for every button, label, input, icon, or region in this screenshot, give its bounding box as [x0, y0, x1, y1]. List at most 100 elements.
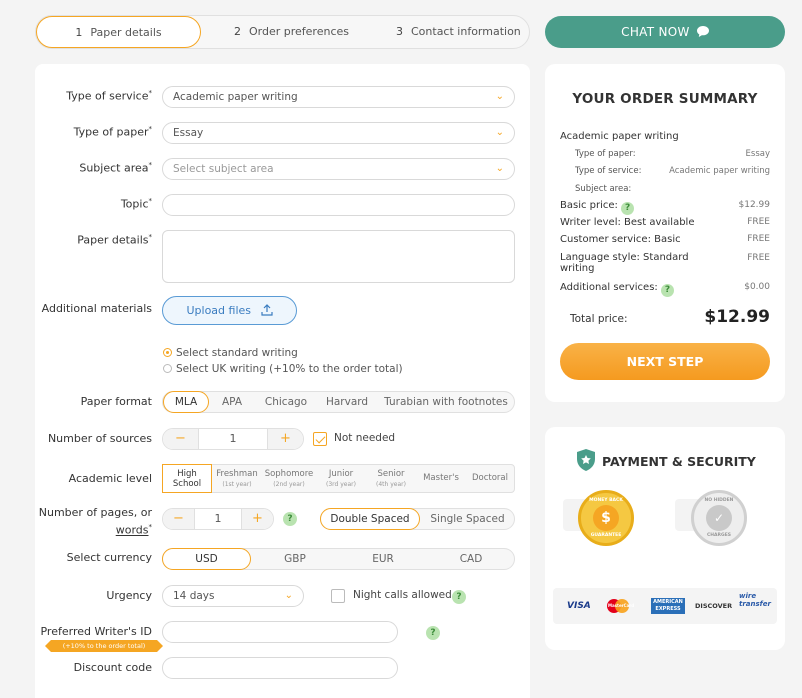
level-sub: (1st year) — [222, 481, 252, 488]
step-contact-information[interactable]: 3 Contact information — [396, 16, 521, 48]
radio-label: Select UK writing (+10% to the order tot… — [176, 363, 403, 375]
preferred-writer-badge: (+10% to the order total) — [45, 640, 163, 652]
summary-language-style: Language style: Standard writing — [560, 252, 689, 274]
level-sub: (3rd year) — [326, 481, 356, 488]
shield-icon — [577, 449, 595, 471]
double-spaced-option[interactable]: Double Spaced — [320, 508, 420, 530]
words-link[interactable]: words — [116, 524, 149, 537]
summary-service: Academic paper writing — [560, 131, 679, 142]
level-sophomore[interactable]: Sophomore (2nd year) — [262, 465, 316, 492]
sources-decrement-button[interactable]: − — [163, 429, 199, 449]
pages-decrement-button[interactable]: − — [163, 509, 195, 529]
paper-details-textarea[interactable] — [162, 230, 515, 283]
mastercard-logo: MasterCard — [605, 588, 635, 624]
amex-logo: AMERICAN EXPRESS — [651, 598, 685, 614]
upload-files-button[interactable]: Upload files — [162, 296, 297, 325]
seal-text-top: MONEY BACK — [589, 498, 623, 503]
payment-security-card: PAYMENT & SECURITY MONEY BACK $ GUARANTE… — [545, 427, 785, 650]
type-of-paper-select[interactable]: Essay ⌄ — [162, 122, 515, 144]
level-name: Sophomore — [264, 469, 314, 479]
step-order-preferences[interactable]: 2 Order preferences — [234, 16, 349, 48]
next-step-button[interactable]: NEXT STEP — [560, 343, 770, 380]
discount-code-input[interactable] — [162, 657, 398, 679]
pages-value[interactable]: 1 — [195, 509, 241, 529]
sources-stepper: − 1 + — [162, 428, 304, 450]
step-number: 1 — [75, 26, 83, 39]
help-icon[interactable]: ? — [660, 284, 674, 297]
chat-label: CHAT NOW — [621, 25, 690, 39]
sources-increment-button[interactable]: + — [267, 429, 303, 449]
additional-materials-label: Additional materials — [41, 302, 152, 315]
currency-usd[interactable]: USD — [162, 548, 251, 570]
format-mla[interactable]: MLA — [163, 391, 209, 413]
summary-customer-service: Customer service: Basic FREE — [560, 234, 770, 245]
seal-text-bottom: GUARANTEE — [590, 533, 622, 538]
level-sub: (4th year) — [376, 481, 406, 488]
paper-details-label: Paper details* — [77, 233, 152, 247]
summary-additional-services: Additional services: ? $0.00 — [560, 282, 770, 297]
total-price-value: $12.99 — [704, 307, 770, 327]
level-name: Junior — [328, 469, 354, 479]
order-steps: 1 Paper details 2 Order preferences 3 Conta… — [35, 15, 530, 49]
urgency-select[interactable]: 14 days ⌄ — [162, 585, 304, 607]
type-of-service-value: Academic paper writing — [173, 91, 298, 103]
step-paper-details[interactable]: 1 Paper details — [36, 16, 201, 48]
currency-gbp[interactable]: GBP — [251, 549, 339, 569]
radio-dot — [163, 348, 172, 357]
currency-cad[interactable]: CAD — [427, 549, 515, 569]
level-masters[interactable]: Master's — [417, 465, 465, 492]
discover-logo: DISCOVER — [695, 602, 733, 610]
chat-bubble-icon — [696, 26, 709, 37]
help-icon[interactable]: ? — [426, 626, 440, 640]
sources-value[interactable]: 1 — [199, 429, 267, 449]
currency-label: Select currency — [66, 551, 152, 564]
discount-code-label: Discount code — [73, 661, 152, 674]
uk-writing-radio[interactable]: Select UK writing (+10% to the order tot… — [163, 363, 403, 375]
format-chicago[interactable]: Chicago — [255, 392, 317, 412]
summary-type-of-paper: Type of paper: Essay — [575, 149, 770, 159]
chat-now-button[interactable]: CHAT NOW — [545, 16, 785, 48]
level-high-school[interactable]: High School — [162, 464, 212, 493]
format-harvard[interactable]: Harvard — [319, 392, 375, 412]
chevron-down-icon: ⌄ — [284, 590, 293, 601]
type-of-service-select[interactable]: Academic paper writing ⌄ — [162, 86, 515, 108]
help-icon[interactable]: ? — [283, 512, 297, 526]
night-calls-checkbox[interactable] — [331, 589, 345, 603]
currency-selector: USD GBP EUR CAD — [162, 548, 515, 570]
order-summary-card: YOUR ORDER SUMMARY Academic paper writin… — [545, 64, 785, 402]
upload-files-label: Upload files — [186, 304, 252, 317]
help-icon[interactable]: ? — [621, 202, 635, 215]
radio-label: Select standard writing — [176, 347, 298, 359]
no-hidden-charges-seal: NO HIDDEN ✓ CHARGES — [691, 490, 747, 546]
step-label: Order preferences — [249, 25, 349, 38]
currency-eur[interactable]: EUR — [339, 549, 427, 569]
level-doctoral[interactable]: Doctoral — [466, 465, 514, 492]
subject-area-select[interactable]: Select subject area ⌄ — [162, 158, 515, 180]
urgency-label: Urgency — [106, 589, 152, 602]
not-needed-checkbox[interactable] — [313, 432, 327, 446]
radio-dot — [163, 364, 172, 373]
help-icon[interactable]: ? — [452, 590, 466, 604]
level-junior[interactable]: Junior (3rd year) — [317, 465, 365, 492]
topic-input[interactable] — [162, 194, 515, 216]
academic-level-label: Academic level — [68, 472, 152, 485]
level-senior[interactable]: Senior (4th year) — [366, 465, 416, 492]
format-turabian[interactable]: Turabian with footnotes — [379, 392, 513, 412]
sources-label: Number of sources — [47, 432, 152, 445]
preferred-writer-input[interactable] — [162, 621, 398, 643]
order-page: 1 Paper details 2 Order preferences 3 Conta… — [0, 0, 802, 698]
seal-text-bottom: CHARGES — [706, 533, 732, 538]
dollar-icon: $ — [593, 505, 619, 531]
summary-writer-level: Writer level: Best available FREE — [560, 217, 770, 228]
type-of-paper-label: Type of paper* — [73, 125, 152, 139]
standard-writing-radio[interactable]: Select standard writing — [163, 347, 298, 359]
step-label: Contact information — [411, 25, 521, 38]
pages-increment-button[interactable]: + — [241, 509, 273, 529]
level-freshman[interactable]: Freshman (1st year) — [213, 465, 261, 492]
single-spaced-option[interactable]: Single Spaced — [421, 509, 514, 529]
pages-stepper: − 1 + — [162, 508, 274, 530]
level-name: Senior — [377, 469, 405, 479]
summary-subject-area: Subject area: — [575, 184, 632, 194]
preferred-writer-label: Preferred Writer's ID — [40, 625, 152, 638]
format-apa[interactable]: APA — [211, 392, 253, 412]
